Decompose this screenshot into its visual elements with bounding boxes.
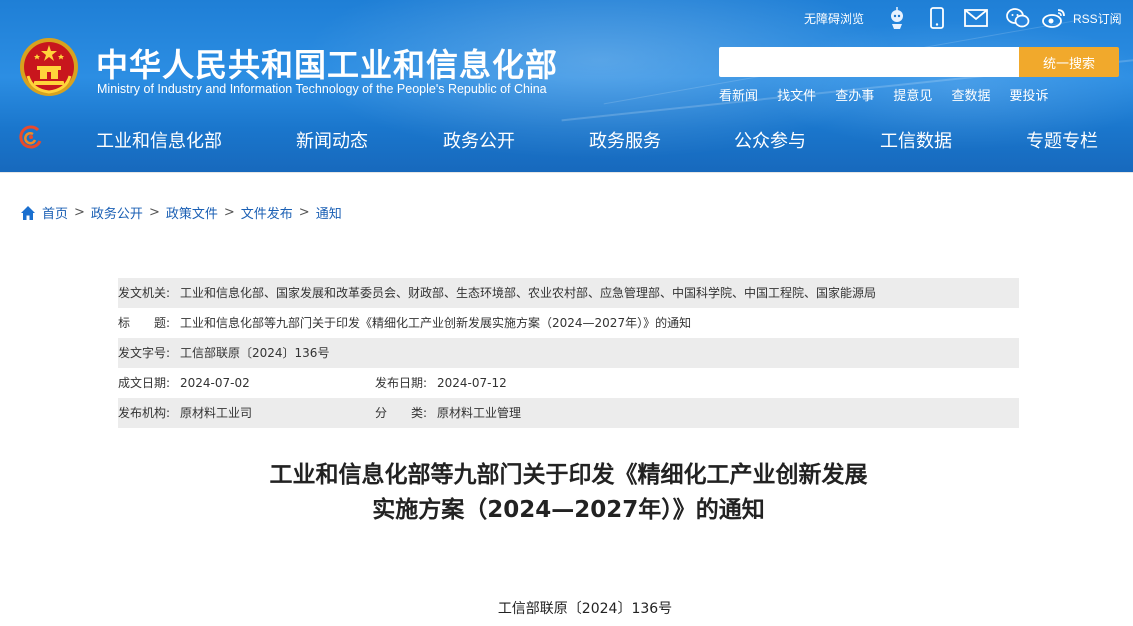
nav-item-participation[interactable]: 公众参与 <box>734 127 806 153</box>
meta-value-org: 原材料工业司 <box>180 406 253 420</box>
search-input[interactable] <box>719 47 1019 77</box>
meta-label: 成文日期: <box>118 376 171 390</box>
meta-row-org: 发布机构: 原材料工业司 分 类: 原材料工业管理 <box>118 398 1019 428</box>
wechat-icon[interactable] <box>1005 6 1031 30</box>
meta-value-category: 原材料工业管理 <box>437 406 522 420</box>
mobile-icon[interactable] <box>924 6 950 30</box>
weibo-icon[interactable] <box>1041 6 1067 30</box>
document-title-line: 工业和信息化部等九部门关于印发《精细化工产业创新发展 <box>269 462 868 488</box>
site-subtitle: Ministry of Industry and Information Tec… <box>97 82 547 96</box>
site-title[interactable]: 中华人民共和国工业和信息化部 <box>96 40 558 86</box>
nav-item-data[interactable]: 工信数据 <box>880 127 952 153</box>
home-icon <box>21 205 35 220</box>
nav-item-government-affairs[interactable]: 政务公开 <box>443 127 515 153</box>
document-title: 工业和信息化部等九部门关于印发《精细化工产业创新发展 实施方案（2024—202… <box>118 458 1019 528</box>
meta-value-created-date: 2024-07-02 <box>180 376 250 390</box>
ministry-logo-icon[interactable] <box>18 124 44 150</box>
meta-label: 发文字号: <box>118 346 171 360</box>
meta-value-title: 工业和信息化部等九部门关于印发《精细化工产业创新发展实施方案（2024—2027… <box>180 316 692 330</box>
meta-label: 标 题: <box>118 316 171 330</box>
main-nav: 工业和信息化部 新闻动态 政务公开 政务服务 公众参与 工信数据 专题专栏 <box>0 118 1133 158</box>
nav-item-ministry[interactable]: 工业和信息化部 <box>96 127 222 153</box>
site-header: 中华人民共和国工业和信息化部 Ministry of Industry and … <box>0 0 1133 172</box>
quick-link-services[interactable]: 查办事 <box>835 85 874 104</box>
breadcrumb-home[interactable]: 首页 <box>42 203 68 222</box>
quick-link-feedback[interactable]: 提意见 <box>893 85 932 104</box>
quick-link-files[interactable]: 找文件 <box>777 85 816 104</box>
national-emblem-icon[interactable] <box>18 36 80 98</box>
meta-row-dates: 成文日期: 2024-07-02 发布日期: 2024-07-12 <box>118 368 1019 398</box>
meta-value-issuer: 工业和信息化部、国家发展和改革委员会、财政部、生态环境部、农业农村部、应急管理部… <box>180 286 877 300</box>
nav-item-services[interactable]: 政务服务 <box>589 127 661 153</box>
breadcrumb-separator: > <box>223 205 235 220</box>
meta-label: 发布机构: <box>118 406 171 420</box>
meta-row-title: 标 题: 工业和信息化部等九部门关于印发《精细化工产业创新发展实施方案（2024… <box>118 308 1019 338</box>
breadcrumb-separator: > <box>148 205 160 220</box>
top-utility-bar: 无障碍浏览 RSS订阅 <box>773 4 1133 32</box>
document-title-line: 实施方案（2024—2027年）》的通知 <box>372 497 765 523</box>
search-button[interactable]: 统一搜索 <box>1019 47 1119 77</box>
nav-item-topics[interactable]: 专题专栏 <box>1026 127 1098 153</box>
document-metadata-table: 发文机关: 工业和信息化部、国家发展和改革委员会、财政部、生态环境部、农业农村部… <box>118 278 1019 428</box>
quick-link-news[interactable]: 看新闻 <box>719 85 758 104</box>
breadcrumb-separator: > <box>74 205 85 220</box>
quick-links: 看新闻 找文件 查办事 提意见 查数据 要投诉 <box>719 85 1063 104</box>
accessibility-link[interactable]: 无障碍浏览 <box>804 10 864 27</box>
meta-row-issuer: 发文机关: 工业和信息化部、国家发展和改革委员会、财政部、生态环境部、农业农村部… <box>118 278 1019 308</box>
meta-value-published-date: 2024-07-12 <box>437 376 507 390</box>
meta-label: 分 类: <box>375 406 428 420</box>
meta-label: 发布日期: <box>375 376 428 390</box>
meta-row-doc-number: 发文字号: 工信部联原〔2024〕136号 <box>118 338 1019 368</box>
quick-link-complaint[interactable]: 要投诉 <box>1010 85 1049 104</box>
mail-icon[interactable] <box>963 6 989 30</box>
breadcrumb-policy-documents[interactable]: 政策文件 <box>166 203 218 222</box>
header-divider <box>0 172 1133 173</box>
document-number: 工信部联原〔2024〕136号 <box>497 601 673 617</box>
quick-link-data[interactable]: 查数据 <box>951 85 990 104</box>
meta-value-doc-number: 工信部联原〔2024〕136号 <box>180 346 330 360</box>
meta-label: 发文机关: <box>118 286 171 300</box>
robot-icon[interactable] <box>884 6 910 30</box>
rss-link[interactable]: RSS订阅 <box>1073 10 1122 27</box>
nav-item-news[interactable]: 新闻动态 <box>296 127 368 153</box>
breadcrumb: 首页 > 政务公开 > 政策文件 > 文件发布 > 通知 <box>20 203 342 222</box>
breadcrumb-government-affairs[interactable]: 政务公开 <box>91 203 143 222</box>
breadcrumb-separator: > <box>298 205 310 220</box>
breadcrumb-file-release[interactable]: 文件发布 <box>241 203 293 222</box>
breadcrumb-notice[interactable]: 通知 <box>316 203 342 222</box>
